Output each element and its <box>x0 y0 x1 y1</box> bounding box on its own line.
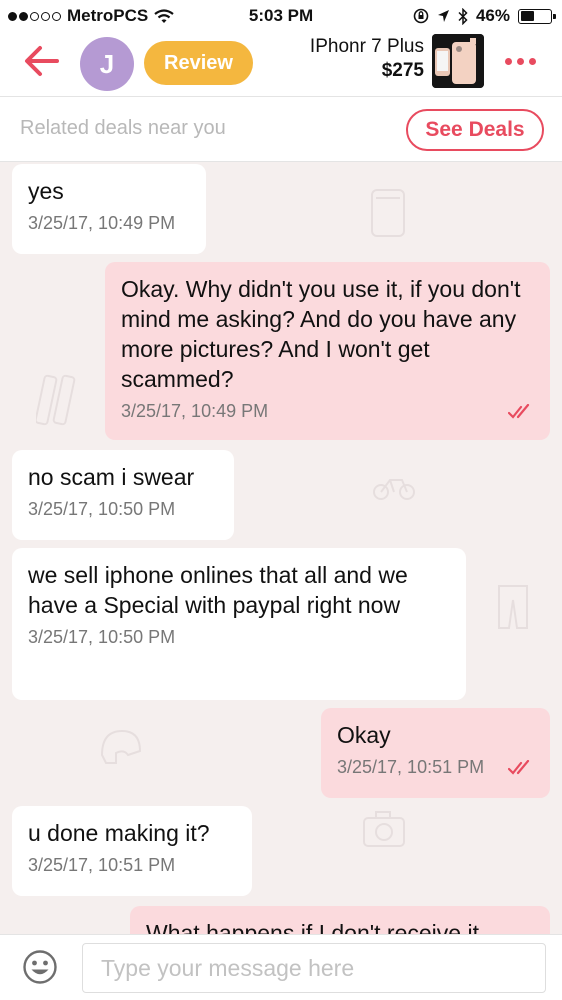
related-deals-text: Related deals near you <box>20 117 226 139</box>
helmet-doodle-icon <box>100 729 142 764</box>
message-text: u done making it? <box>28 820 210 846</box>
message-text: yes <box>28 178 64 204</box>
message-text: we sell iphone onlines that all and we h… <box>28 562 408 618</box>
see-deals-button[interactable]: See Deals <box>406 109 544 151</box>
message-outgoing[interactable]: Okay 3/25/17, 10:51 PM <box>321 708 550 798</box>
message-text: Okay <box>337 722 391 748</box>
location-icon <box>437 10 449 22</box>
message-input[interactable] <box>82 943 546 993</box>
message-time: 3/25/17, 10:50 PM <box>28 499 176 519</box>
message-timestamp: 3/25/17, 10:50 PM <box>28 627 450 648</box>
message-text: Okay. Why didn't you use it, if you don'… <box>121 276 521 392</box>
product-title: IPhonr 7 Plus <box>309 36 424 57</box>
status-bar: MetroPCS 5:03 PM 46% <box>0 0 562 32</box>
phone-doodle-icon <box>371 189 405 237</box>
message-incoming[interactable]: we sell iphone onlines that all and we h… <box>12 548 466 700</box>
orientation-lock-icon <box>413 8 429 24</box>
message-time: 3/25/17, 10:50 PM <box>28 627 176 647</box>
bicycle-doodle-icon <box>373 479 415 500</box>
message-timestamp: 3/25/17, 10:51 PM <box>337 757 534 778</box>
message-text: What happens if I don't receive it <box>146 920 479 934</box>
read-receipt-icon <box>508 759 530 775</box>
chat-header: J Review IPhonr 7 Plus $275 <box>0 32 562 96</box>
message-input-bar <box>0 934 562 1000</box>
battery-icon <box>518 8 556 24</box>
battery-percent: 46% <box>475 6 510 25</box>
review-button[interactable]: Review <box>144 41 253 85</box>
avatar[interactable]: J <box>80 37 134 91</box>
product-thumbnail[interactable] <box>432 34 484 88</box>
message-timestamp: 3/25/17, 10:49 PM <box>28 213 190 234</box>
bluetooth-icon <box>458 7 468 25</box>
product-info[interactable]: IPhonr 7 Plus $275 <box>310 36 424 82</box>
more-dot-icon <box>529 57 536 65</box>
back-arrow-icon <box>25 46 59 76</box>
smiley-icon <box>23 950 57 984</box>
jeans-doodle-icon <box>498 585 528 629</box>
status-right: 46% <box>413 6 556 26</box>
back-button[interactable] <box>22 44 62 78</box>
message-incoming[interactable]: u done making it? 3/25/17, 10:51 PM <box>12 806 252 896</box>
read-receipt-icon <box>508 403 530 419</box>
message-outgoing[interactable]: What happens if I don't receive it <box>130 906 550 934</box>
message-time: 3/25/17, 10:51 PM <box>337 757 485 777</box>
more-dot-icon <box>517 57 524 65</box>
emoji-button[interactable] <box>22 949 58 985</box>
message-timestamp: 3/25/17, 10:51 PM <box>28 855 236 876</box>
more-dot-icon <box>505 57 512 65</box>
message-incoming[interactable]: yes 3/25/17, 10:49 PM <box>12 164 206 254</box>
message-outgoing[interactable]: Okay. Why didn't you use it, if you don'… <box>105 262 550 440</box>
message-incoming[interactable]: no scam i swear 3/25/17, 10:50 PM <box>12 450 234 540</box>
related-deals-bar: Related deals near you See Deals <box>0 96 562 162</box>
iphone-photo-icon <box>432 34 484 88</box>
message-timestamp: 3/25/17, 10:50 PM <box>28 499 218 520</box>
product-price: $275 <box>381 60 424 81</box>
more-options-button[interactable] <box>505 50 545 72</box>
message-time: 3/25/17, 10:49 PM <box>28 213 176 233</box>
message-text: no scam i swear <box>28 464 195 490</box>
camera-doodle-icon <box>363 811 405 847</box>
message-timestamp: 3/25/17, 10:49 PM <box>121 401 534 422</box>
chat-area[interactable]: yes 3/25/17, 10:49 PM Okay. Why didn't y… <box>0 162 562 934</box>
message-time: 3/25/17, 10:51 PM <box>28 855 176 875</box>
battery-fill <box>520 11 534 21</box>
tools-doodle-icon <box>36 374 76 426</box>
message-time: 3/25/17, 10:49 PM <box>121 401 269 421</box>
